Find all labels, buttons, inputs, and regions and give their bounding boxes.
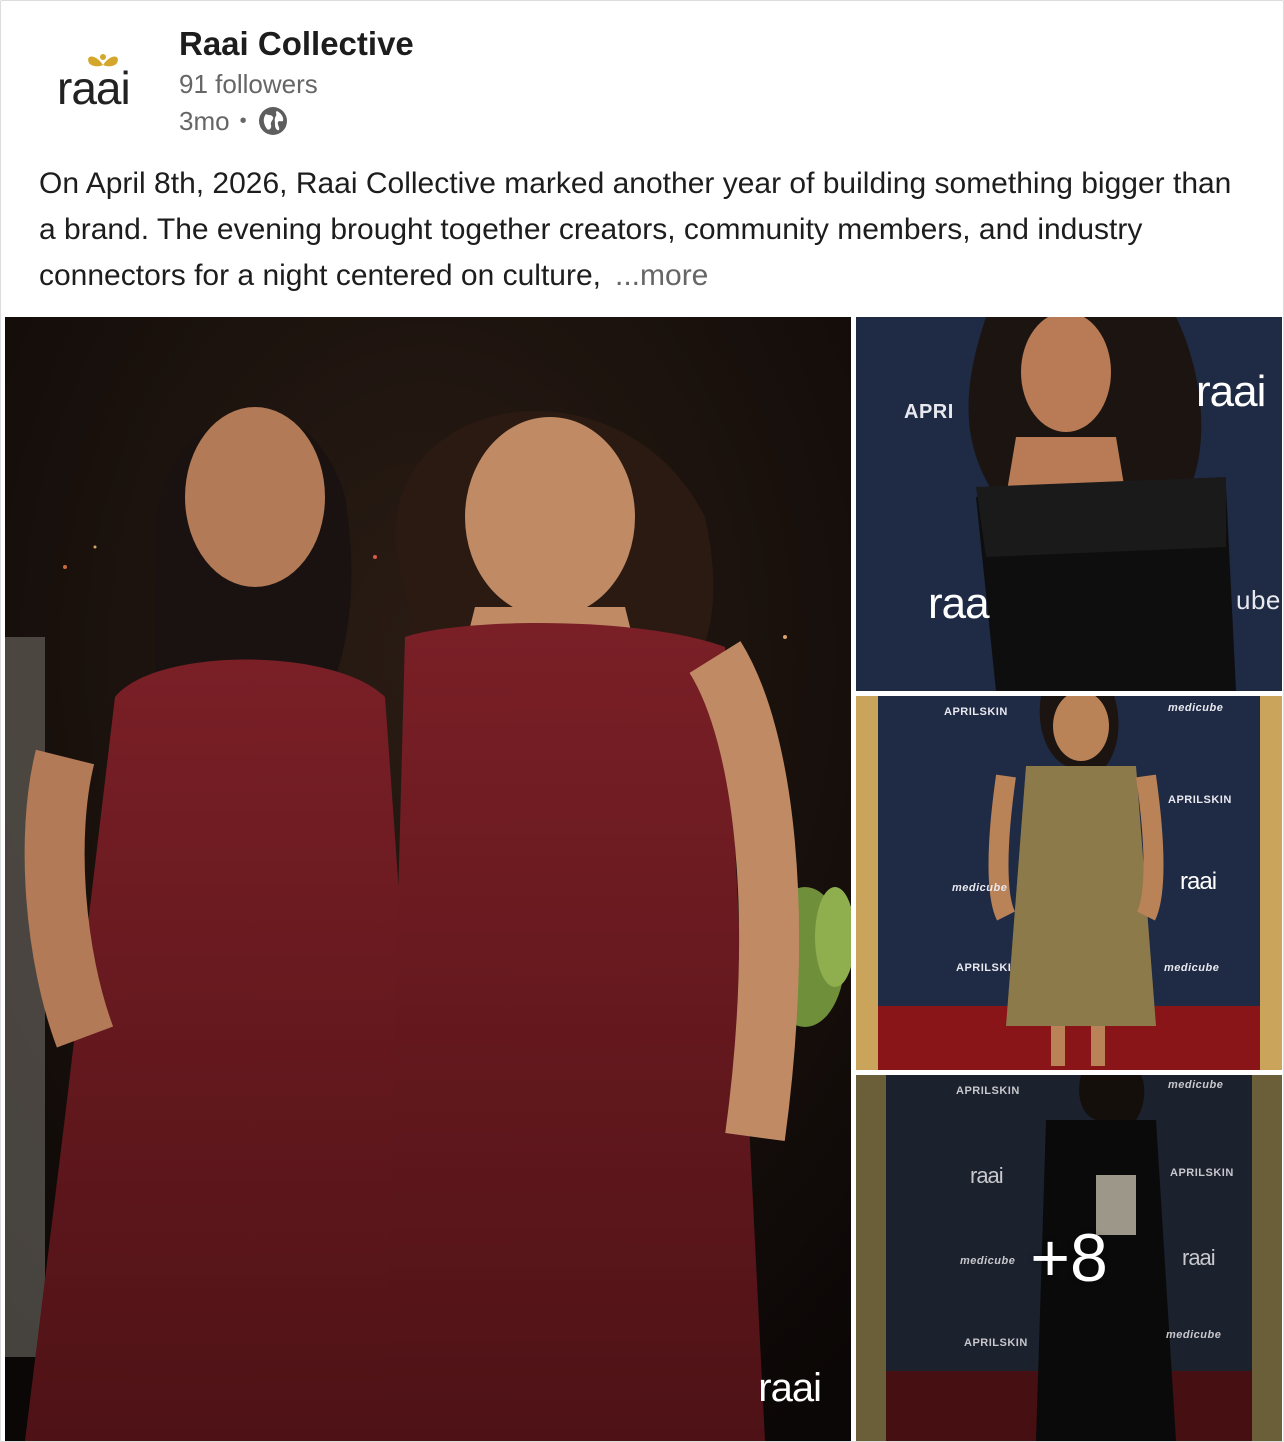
- backdrop-text: APRI: [904, 401, 954, 423]
- main-photo-image: [5, 317, 851, 1441]
- separator-dot: •: [239, 109, 247, 132]
- backdrop-text: ube: [1236, 585, 1281, 615]
- thumbnail-2-image: [856, 696, 1282, 1070]
- backdrop-text: APRILSKIN: [1168, 794, 1232, 806]
- raai-logo-label: raai: [1196, 367, 1266, 416]
- globe-icon: [258, 107, 287, 135]
- thumbnail-photo-3[interactable]: APRILSKIN medicube raai APRILSKIN medicu…: [856, 1075, 1282, 1441]
- post-body: On April 8th, 2026, Raai Collective mark…: [39, 161, 1249, 299]
- more-photos-count[interactable]: +8: [856, 1075, 1282, 1441]
- raai-logo-label: raai: [1180, 868, 1217, 895]
- post-card: raai Raai Collective 91 followers 3mo • …: [0, 0, 1284, 1442]
- backdrop-text: medicube: [1168, 702, 1224, 714]
- backdrop-text: APRILSKIN: [944, 706, 1008, 718]
- logo-wordmark: raai: [57, 62, 131, 114]
- post-meta: 3mo •: [179, 105, 289, 137]
- post-time: 3mo: [179, 105, 230, 136]
- raai-logo-label: raa: [928, 579, 990, 628]
- backdrop-text: medicube: [1164, 962, 1220, 974]
- backdrop-text: medicube: [952, 882, 1008, 894]
- thumbnail-photo-1[interactable]: raai raa APRI ube: [856, 317, 1282, 691]
- see-more-link[interactable]: ...more: [615, 259, 708, 292]
- thumbnail-photo-2[interactable]: APRILSKIN medicube APRILSKIN raai medicu…: [856, 696, 1282, 1070]
- company-logo[interactable]: raai: [53, 45, 149, 117]
- main-photo[interactable]: raai: [5, 317, 851, 1441]
- raai-watermark: raai: [758, 1366, 822, 1410]
- backdrop-text: APRILSKI: [956, 962, 1012, 974]
- follower-count: 91 followers: [179, 69, 318, 99]
- author-name[interactable]: Raai Collective: [179, 25, 414, 63]
